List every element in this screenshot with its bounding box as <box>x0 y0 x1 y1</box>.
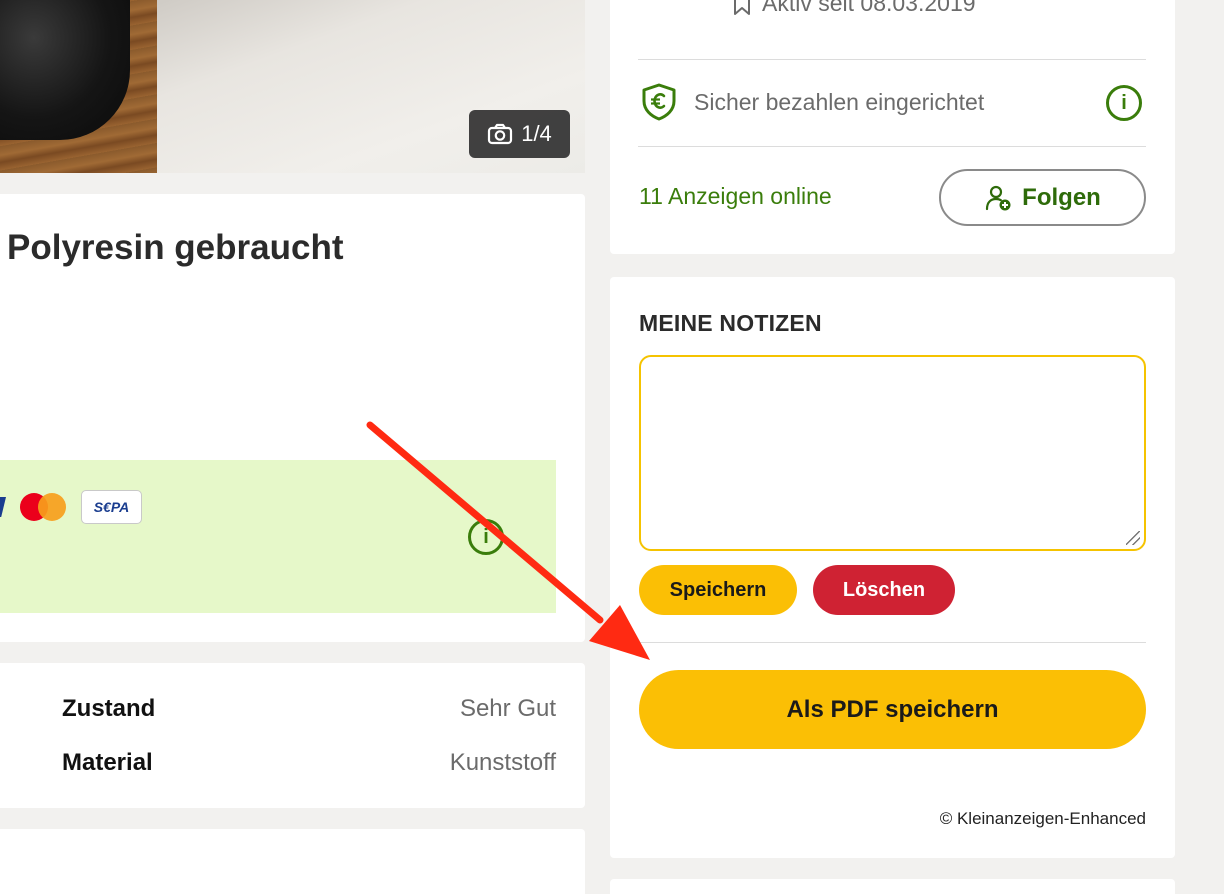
description-card <box>0 829 585 894</box>
active-since: Aktiv seit 08.03.2019 <box>732 0 976 17</box>
page-title: Polyresin gebraucht <box>7 228 344 267</box>
divider <box>638 59 1146 60</box>
ads-online-link[interactable]: 11 Anzeigen online <box>639 183 832 210</box>
notes-textarea[interactable] <box>639 355 1146 551</box>
secure-payment-label: Sicher bezahlen eingerichtet <box>694 88 985 115</box>
detail-key: Material <box>62 749 153 776</box>
divider <box>638 642 1146 643</box>
bookmark-icon <box>734 0 750 15</box>
detail-value: Sehr Gut <box>459 695 556 722</box>
active-since-text: Aktiv seit 08.03.2019 <box>762 0 976 16</box>
sepa-logo: S€PA <box>81 490 142 524</box>
divider <box>638 146 1146 147</box>
mastercard-logo <box>20 492 68 522</box>
detail-value: Kunststoff <box>449 749 556 776</box>
delete-notes-button[interactable]: Löschen <box>813 565 955 615</box>
resize-handle[interactable] <box>1126 531 1140 545</box>
detail-key: Zustand <box>62 695 156 722</box>
save-as-pdf-button[interactable]: Als PDF speichern <box>639 670 1146 749</box>
photo-counter-badge[interactable]: 1/4 <box>469 110 570 158</box>
info-icon[interactable]: i <box>468 519 504 555</box>
notes-heading: MEINE NOTIZEN <box>639 310 822 336</box>
info-icon[interactable]: i <box>1106 85 1142 121</box>
camera-icon <box>488 123 513 145</box>
copyright-text: © Kleinanzeigen-Enhanced <box>939 809 1146 828</box>
euro-shield-icon <box>642 83 676 121</box>
listing-photo-left <box>0 0 157 173</box>
save-notes-button[interactable]: Speichern <box>639 565 797 615</box>
follow-button[interactable]: Folgen <box>939 169 1146 226</box>
follow-label: Folgen <box>1022 183 1101 211</box>
add-user-icon <box>986 185 1011 210</box>
photo-counter-text: 1/4 <box>521 121 552 146</box>
secure-payment-row: Sicher bezahlen eingerichtet <box>640 80 1146 124</box>
details-card <box>0 663 585 808</box>
next-card <box>610 879 1175 894</box>
